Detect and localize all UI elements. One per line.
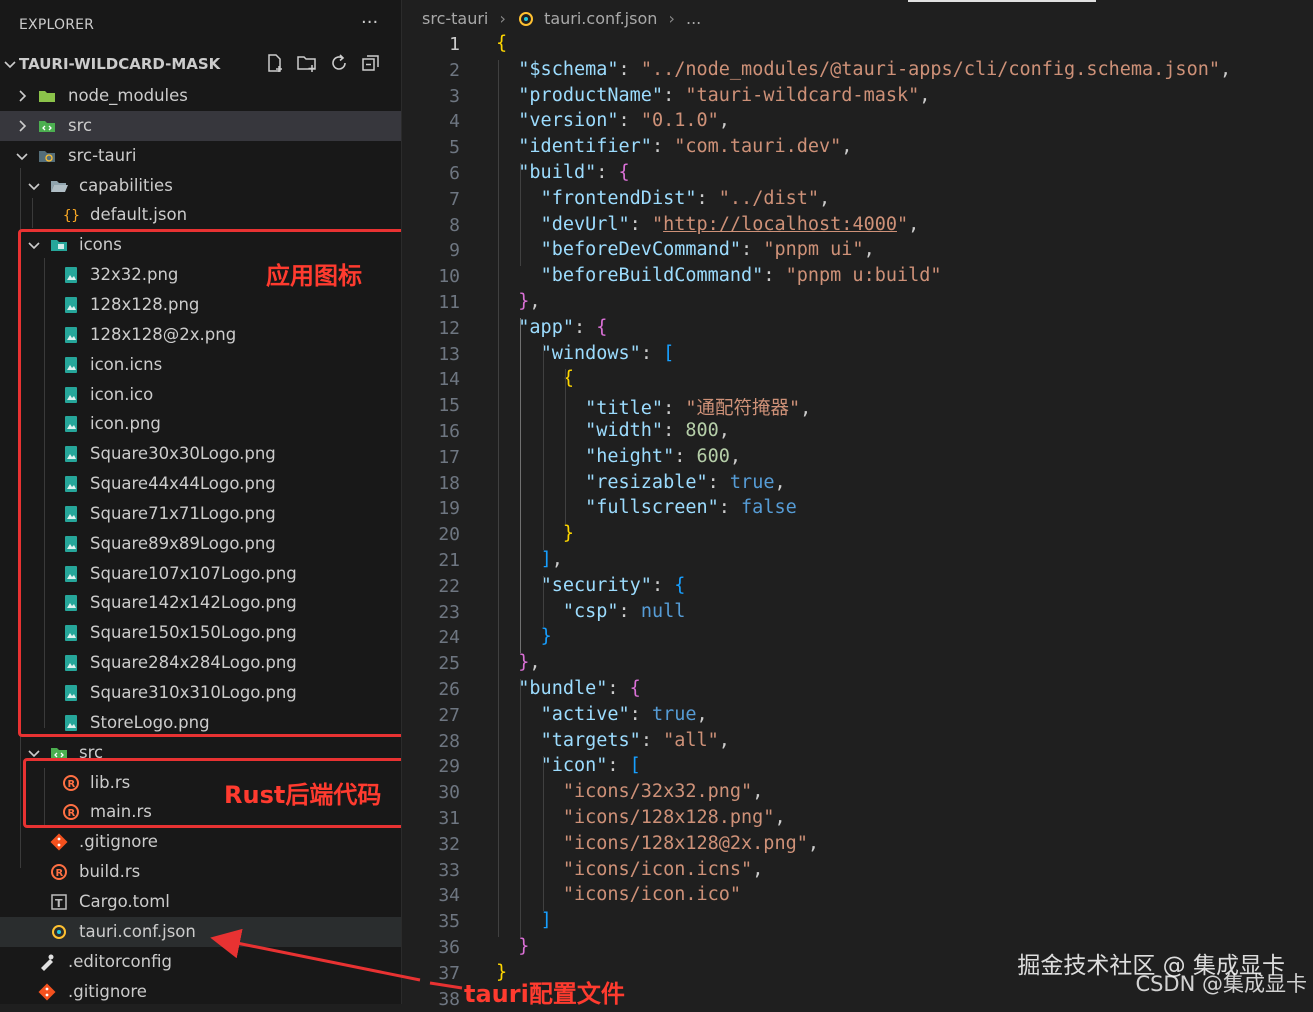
- arrow-to-tauri-conf-tail: [429, 981, 463, 990]
- arrow-to-tauri-conf: [210, 928, 421, 982]
- annotation-arrows: [210, 928, 463, 990]
- watermark-secondary: CSDN @集成显卡: [1135, 972, 1307, 996]
